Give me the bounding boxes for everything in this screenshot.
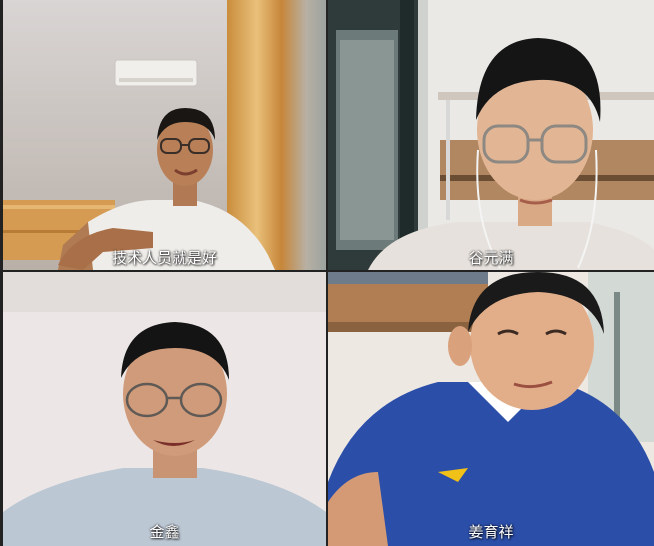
- video-tile-participant-2[interactable]: 谷元满: [328, 0, 654, 270]
- video-tile-participant-3[interactable]: 金鑫: [3, 272, 326, 546]
- video-feed: [328, 272, 654, 546]
- video-grid: 技术人员就是好 谷元满 金鑫 姜育祥: [0, 0, 654, 546]
- video-tile-participant-4[interactable]: 姜育祥: [328, 272, 654, 546]
- video-feed: [3, 0, 326, 270]
- video-tile-participant-1[interactable]: 技术人员就是好: [3, 0, 326, 270]
- video-feed: [328, 0, 654, 270]
- video-feed: [3, 272, 326, 546]
